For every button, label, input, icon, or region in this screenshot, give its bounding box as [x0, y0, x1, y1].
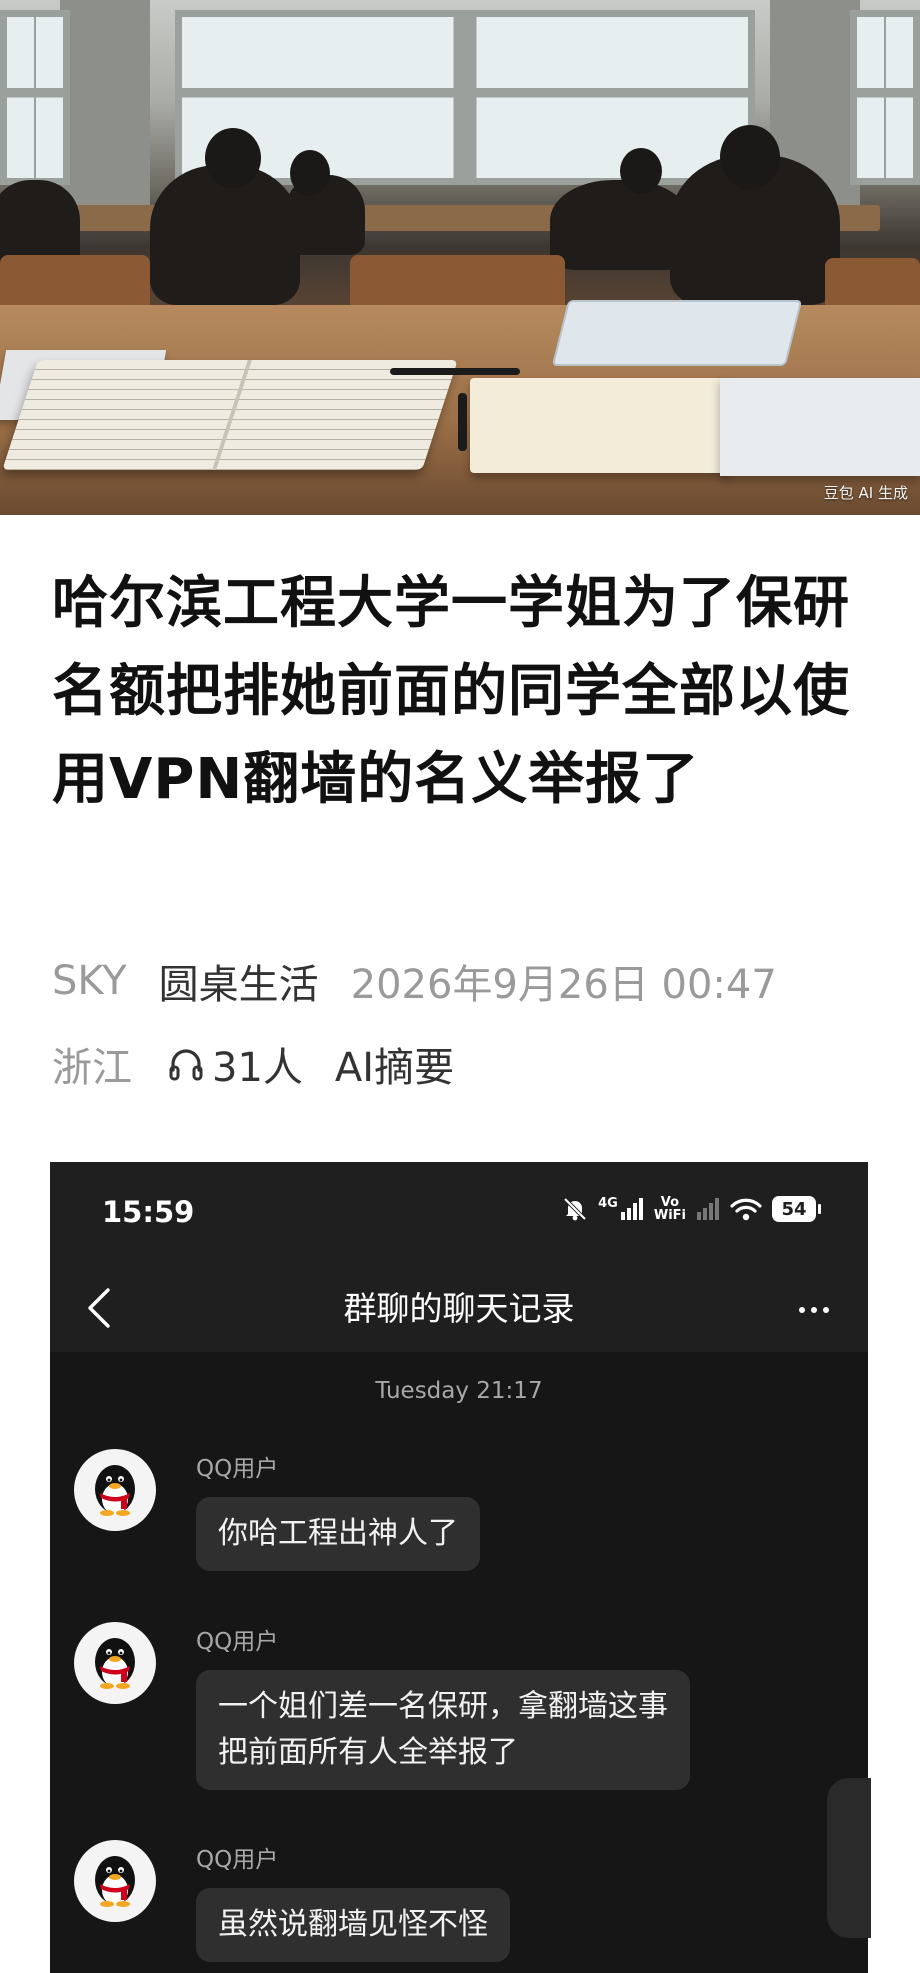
bell-off-icon — [563, 1197, 587, 1221]
battery-level: 54 — [781, 1198, 807, 1220]
chat-screenshot: 15:59 4G Vo WiFi 54 群聊的聊天记录 Tuesday 21:1… — [50, 1162, 868, 1973]
message-bubble[interactable]: 虽然说翻墙见怪不怪 — [196, 1888, 510, 1962]
headphones-icon — [169, 1049, 203, 1081]
sender-name: QQ用户 — [196, 1629, 279, 1655]
article-meta-secondary: 浙江 31人 AI摘要 — [52, 1035, 872, 1093]
penguin-avatar-icon[interactable] — [74, 1840, 156, 1922]
more-icon — [799, 1307, 805, 1313]
ai-summary-button[interactable]: AI摘要 — [335, 1035, 454, 1093]
ai-generated-watermark: 豆包 AI 生成 — [823, 484, 908, 502]
listen-count: 31人 — [212, 1045, 303, 1091]
status-time: 15:59 — [102, 1195, 195, 1229]
location-label: 浙江 — [52, 1045, 132, 1091]
more-button[interactable] — [790, 1290, 838, 1330]
signal-secondary-icon — [697, 1198, 719, 1220]
network-type: 4G — [598, 1196, 618, 1211]
publish-date: 2026年9月26日 00:47 — [350, 962, 777, 1008]
status-icons: 4G Vo WiFi 54 — [562, 1195, 821, 1223]
article-meta: SKY 圆桌生活 2026年9月26日 00:47 — [52, 952, 872, 1010]
article-title: 哈尔滨工程大学一学姐为了保研名额把排她前面的同学全部以使用VPN翻墙的名义举报了 — [52, 571, 850, 812]
message-bubble[interactable]: 一个姐们差一名保研，拿翻墙这事 把前面所有人全举报了 — [196, 1670, 690, 1790]
sender-name: QQ用户 — [196, 1456, 279, 1482]
vowifi-icon: Vo WiFi — [653, 1195, 686, 1223]
author-name[interactable]: SKY — [52, 958, 127, 1004]
sender-name: QQ用户 — [196, 1847, 279, 1873]
wifi-icon — [730, 1198, 762, 1221]
battery-icon: 54 — [772, 1196, 821, 1222]
chat-title: 群聊的聊天记录 — [343, 1289, 575, 1328]
floating-side-handle[interactable] — [827, 1778, 871, 1938]
message-bubble[interactable]: 你哈工程出神人了 — [196, 1497, 480, 1571]
signal-icon: 4G — [598, 1197, 644, 1221]
chat-date: Tuesday 21:17 — [375, 1378, 543, 1404]
channel-name[interactable]: 圆桌生活 — [159, 952, 319, 1010]
penguin-avatar-icon[interactable] — [74, 1622, 156, 1704]
listen-button[interactable]: 31人 — [166, 1035, 303, 1093]
hero-image: 豆包 AI 生成 — [0, 0, 920, 515]
penguin-avatar-icon[interactable] — [74, 1449, 156, 1531]
